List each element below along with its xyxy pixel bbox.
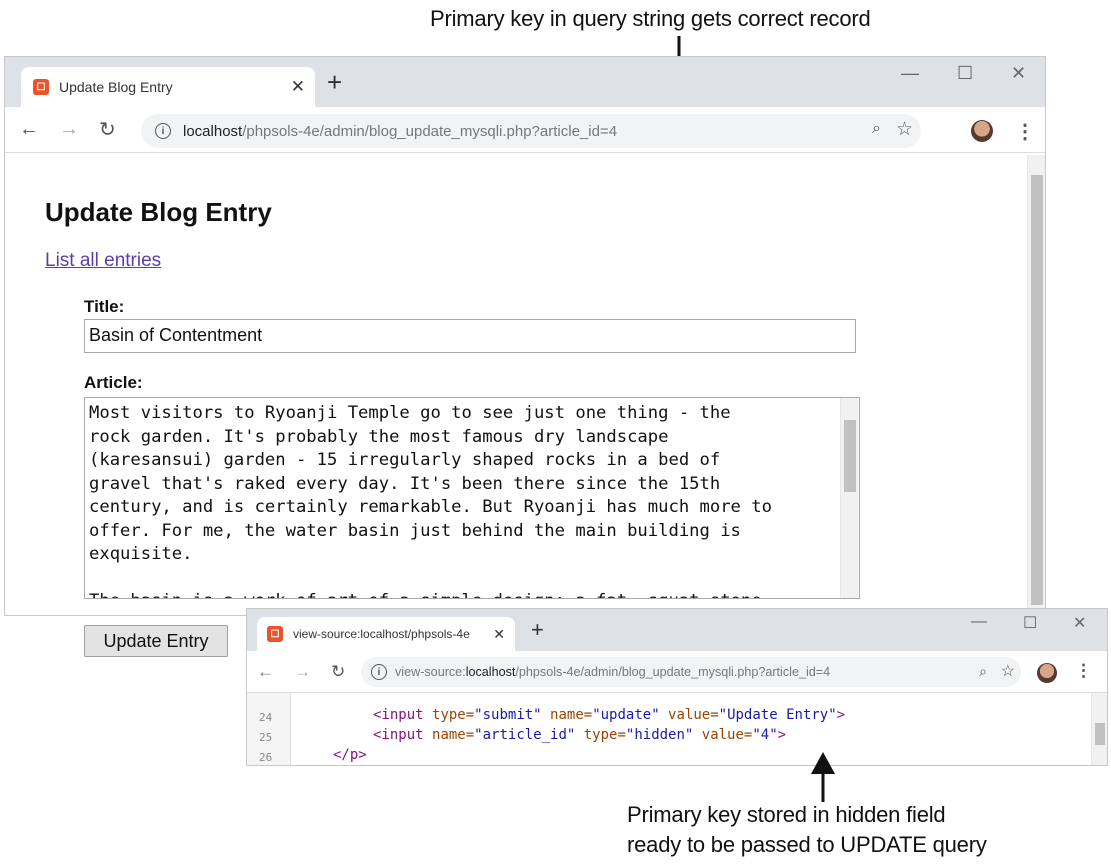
callout-query-string: Primary key in query string gets correct… bbox=[430, 6, 871, 31]
source-view: 24 25 26 <input type="submit" name="upda… bbox=[247, 693, 1107, 765]
kebab-menu-icon[interactable]: ⋮ bbox=[1015, 119, 1035, 144]
forward-arrow-icon[interactable]: → bbox=[59, 118, 79, 141]
tab-bar: ☐ view-source:localhost/phpsols-4e ✕ + —… bbox=[247, 609, 1107, 651]
avatar[interactable] bbox=[971, 120, 993, 142]
textarea-scroll-thumb[interactable] bbox=[844, 420, 856, 492]
zoom-icon[interactable]: ⌕ bbox=[872, 120, 881, 138]
callout-hidden-field: Primary key stored in hidden field ready… bbox=[627, 800, 1097, 860]
new-tab-button[interactable]: + bbox=[327, 67, 342, 98]
browser-window-main: ☐ Update Blog Entry ✕ + — ☐ ✕ ← → ↻ i lo… bbox=[4, 56, 1046, 657]
info-icon[interactable]: i bbox=[155, 123, 171, 139]
kebab-menu-icon[interactable]: ⋮ bbox=[1075, 661, 1092, 681]
minimize-button[interactable]: — bbox=[901, 63, 919, 84]
code-line-24: <input type="submit" name="update" value… bbox=[373, 707, 846, 723]
reload-icon[interactable]: ↻ bbox=[99, 117, 116, 142]
code-line-26: </p> bbox=[333, 747, 367, 763]
back-arrow-icon[interactable]: ← bbox=[19, 118, 39, 141]
info-icon[interactable]: i bbox=[371, 664, 387, 680]
url-text[interactable]: view-source:localhost/phpsols-4e/admin/b… bbox=[395, 665, 830, 679]
back-arrow-icon[interactable]: ← bbox=[257, 662, 274, 682]
minimize-button[interactable]: — bbox=[971, 613, 987, 631]
close-tab-icon[interactable]: ✕ bbox=[493, 626, 505, 643]
source-scrollbar[interactable] bbox=[1091, 693, 1107, 765]
page-scrollbar[interactable] bbox=[1027, 155, 1045, 613]
tab-title: Update Blog Entry bbox=[59, 79, 173, 95]
textarea-scrollbar[interactable] bbox=[840, 398, 858, 598]
maximize-button[interactable]: ☐ bbox=[957, 63, 973, 84]
article-textarea[interactable]: Most visitors to Ryoanji Temple go to se… bbox=[84, 397, 860, 599]
page-scroll-thumb[interactable] bbox=[1031, 175, 1043, 605]
bookmark-star-icon[interactable]: ☆ bbox=[896, 118, 913, 141]
url-text[interactable]: localhost/phpsols-4e/admin/blog_update_m… bbox=[183, 123, 617, 140]
avatar[interactable] bbox=[1037, 663, 1057, 683]
callout-line-1: Primary key stored in hidden field bbox=[627, 802, 946, 827]
address-bar[interactable]: i localhost/phpsols-4e/admin/blog_update… bbox=[141, 114, 921, 148]
bookmark-star-icon[interactable]: ☆ bbox=[1001, 661, 1015, 681]
new-tab-button[interactable]: + bbox=[531, 617, 544, 643]
update-entry-button[interactable]: Update Entry bbox=[84, 625, 228, 657]
page-title: Update Blog Entry bbox=[45, 197, 272, 227]
zoom-icon[interactable]: ⌕ bbox=[979, 663, 987, 680]
article-label: Article: bbox=[84, 373, 143, 392]
reload-icon[interactable]: ↻ bbox=[331, 662, 345, 682]
forward-arrow-icon[interactable]: → bbox=[294, 662, 311, 682]
maximize-button[interactable]: ☐ bbox=[1023, 613, 1037, 633]
close-window-button[interactable]: ✕ bbox=[1073, 613, 1086, 633]
close-tab-icon[interactable]: ✕ bbox=[291, 77, 305, 97]
line-number: 25 bbox=[259, 731, 273, 744]
list-all-entries-link[interactable]: List all entries bbox=[45, 250, 161, 272]
line-number: 26 bbox=[259, 751, 273, 764]
favicon-icon: ☐ bbox=[267, 626, 283, 642]
line-number: 24 bbox=[259, 711, 273, 724]
title-input[interactable]: Basin of Contentment bbox=[84, 319, 856, 353]
code-line-25: <input name="article_id" type="hidden" v… bbox=[373, 727, 787, 743]
callout-line-2: ready to be passed to UPDATE query bbox=[627, 832, 987, 857]
source-scroll-thumb[interactable] bbox=[1095, 723, 1105, 745]
tab-bar: ☐ Update Blog Entry ✕ + — ☐ ✕ bbox=[5, 57, 1045, 107]
tab-title: view-source:localhost/phpsols-4e bbox=[293, 627, 470, 641]
arrow-up-icon bbox=[811, 752, 835, 802]
address-bar[interactable]: i view-source:localhost/phpsols-4e/admin… bbox=[361, 657, 1021, 687]
tab-view-source[interactable]: ☐ view-source:localhost/phpsols-4e ✕ bbox=[257, 617, 515, 651]
title-label: Title: bbox=[84, 297, 125, 316]
close-window-button[interactable]: ✕ bbox=[1011, 63, 1026, 84]
favicon-icon: ☐ bbox=[33, 79, 49, 95]
browser-window-source: ☐ view-source:localhost/phpsols-4e ✕ + —… bbox=[246, 608, 1108, 766]
tab-update-blog-entry[interactable]: ☐ Update Blog Entry ✕ bbox=[21, 67, 315, 107]
